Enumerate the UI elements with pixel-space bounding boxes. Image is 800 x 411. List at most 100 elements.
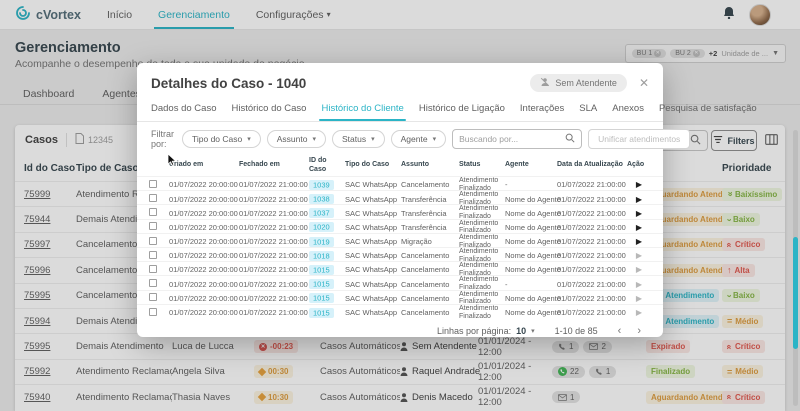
history-row: 01/07/2022 20:00:0001/07/2022 21:00:0010…: [137, 290, 663, 304]
modal-tab-historico-de-ligacao[interactable]: Histórico de Ligação: [419, 103, 505, 121]
history-row: 01/07/2022 20:00:0001/07/2022 21:00:0010…: [137, 219, 663, 233]
agent-name: Nome do Agente: [505, 294, 557, 303]
subject: Transferência: [401, 209, 459, 218]
play-button[interactable]: ▶: [627, 195, 651, 204]
case-type: SAC WhatsApp: [345, 280, 401, 289]
subject: Transferência: [401, 195, 459, 204]
modal-tab-anexos[interactable]: Anexos: [612, 103, 644, 121]
case-type: SAC WhatsApp: [345, 265, 401, 274]
play-button[interactable]: ▶: [627, 294, 651, 303]
next-page-icon[interactable]: ›: [637, 325, 641, 337]
case-id-chip[interactable]: 1019: [309, 237, 334, 247]
modal-tab-dados-do-caso[interactable]: Dados do Caso: [151, 103, 216, 121]
created-at: 01/07/2022 20:00:00: [169, 237, 239, 246]
case-id-chip[interactable]: 1015: [309, 265, 334, 275]
case-id-chip[interactable]: 1039: [309, 180, 334, 190]
closed-at: 01/07/2022 21:00:00: [239, 209, 309, 218]
updated-at: 01/07/2022 21:00:00: [557, 308, 627, 317]
modal-tab-historico-do-cliente[interactable]: Histórico do Cliente: [321, 103, 403, 121]
case-id-cell: 1019: [309, 237, 345, 246]
unify-cases-button[interactable]: Unificar atendimentos: [588, 129, 690, 149]
row-checkbox[interactable]: [149, 194, 157, 202]
case-id-chip[interactable]: 1015: [309, 279, 334, 289]
close-icon[interactable]: ✕: [639, 77, 649, 89]
status: Atendimento Finalizado: [459, 305, 505, 321]
pagination-range: 1-10 de 85: [555, 326, 598, 336]
chevron-down-icon[interactable]: ▾: [531, 327, 535, 335]
case-id-cell: 1038: [309, 195, 345, 204]
play-button[interactable]: ▶: [627, 308, 651, 317]
filter-dropdown-status[interactable]: Status▾: [332, 130, 385, 148]
closed-at: 01/07/2022 21:00:00: [239, 280, 309, 289]
scrollbar-thumb[interactable]: [793, 237, 798, 349]
history-row: 01/07/2022 20:00:00 01/07/2022 21:00:00 10…: [137, 304, 663, 318]
assign-agent-button[interactable]: Sem Atendente: [530, 74, 627, 92]
row-checkbox[interactable]: [149, 251, 157, 259]
play-button[interactable]: ▶: [627, 209, 651, 218]
case-id-chip[interactable]: 1015: [309, 293, 334, 303]
updated-at: 01/07/2022 21:00:00: [557, 180, 627, 189]
created-at: 01/07/2022 20:00:00: [169, 294, 239, 303]
play-button[interactable]: ▶: [627, 180, 651, 189]
rows-per-page-value[interactable]: 10: [516, 326, 526, 336]
case-id-chip[interactable]: 1038: [309, 194, 334, 204]
updated-at: 01/07/2022 21:00:00: [557, 195, 627, 204]
chevron-down-icon: ▾: [433, 136, 437, 143]
play-button[interactable]: ▶: [627, 237, 651, 246]
created-at: 01/07/2022 20:00:00: [169, 265, 239, 274]
case-id-cell: 1015: [309, 280, 345, 289]
case-id-cell: 1018: [309, 251, 345, 260]
modal-tab-sla[interactable]: SLA: [579, 103, 597, 121]
case-type: SAC WhatsApp: [345, 237, 401, 246]
modal-tab-historico-do-caso[interactable]: Histórico do Caso: [231, 103, 306, 121]
checkbox-cell: [149, 222, 169, 232]
created-at: 01/07/2022 20:00:00: [169, 223, 239, 232]
closed-at: 01/07/2022 21:00:00: [239, 223, 309, 232]
modal-search-box: [452, 129, 582, 149]
case-id-chip[interactable]: 1018: [309, 251, 334, 261]
column-header-status: Status: [459, 161, 505, 169]
column-header-assunto: Assunto: [401, 161, 459, 169]
rows-per-page-label: Linhas por página:: [437, 326, 511, 336]
created-at: 01/07/2022 20:00:00: [169, 195, 239, 204]
agent-name: Nome do Agente: [505, 195, 557, 204]
search-icon: [565, 130, 575, 148]
row-checkbox[interactable]: [149, 293, 157, 301]
row-checkbox[interactable]: [149, 208, 157, 216]
case-type: SAC WhatsApp: [345, 180, 401, 189]
filter-dropdown-agente[interactable]: Agente▾: [391, 130, 446, 148]
row-checkbox[interactable]: [149, 222, 157, 230]
subject: Cancelamento: [401, 180, 459, 189]
pagination: Linhas por página: 10 ▾ 1-10 de 85 ‹ ›: [137, 318, 663, 337]
filter-dropdown-tipo-do-caso[interactable]: Tipo do Caso▾: [182, 130, 261, 148]
history-row: 01/07/2022 20:00:0001/07/2022 21:00:0010…: [137, 247, 663, 261]
assign-agent-label: Sem Atendente: [555, 78, 617, 88]
created-at: 01/07/2022 20:00:00: [169, 180, 239, 189]
modal-header: Detalhes do Caso - 1040 Sem Atendente ✕: [137, 63, 663, 92]
filter-dropdown-assunto[interactable]: Assunto▾: [267, 130, 326, 148]
play-button[interactable]: ▶: [627, 280, 651, 289]
case-id-chip[interactable]: 1020: [309, 222, 334, 232]
modal-search-input[interactable]: [459, 134, 565, 144]
previous-page-icon[interactable]: ‹: [618, 325, 622, 337]
agent-name: Nome do Agente: [505, 308, 557, 317]
case-type: SAC WhatsApp: [345, 251, 401, 260]
created-at: 01/07/2022 20:00:00: [169, 308, 239, 317]
play-button[interactable]: ▶: [627, 223, 651, 232]
play-button[interactable]: ▶: [627, 251, 651, 260]
modal-tab-pesquisa-de-satisfacao[interactable]: Pesquisa de satisfação: [659, 103, 757, 121]
updated-at: 01/07/2022 21:00:00: [557, 280, 627, 289]
row-checkbox[interactable]: [149, 237, 157, 245]
row-checkbox[interactable]: [149, 180, 157, 188]
play-button[interactable]: ▶: [627, 265, 651, 274]
case-id-chip[interactable]: 1015: [309, 308, 334, 318]
closed-at: 01/07/2022 21:00:00: [239, 237, 309, 246]
row-checkbox[interactable]: [149, 279, 157, 287]
row-checkbox[interactable]: [149, 308, 157, 316]
agent-off-icon: [540, 77, 550, 89]
case-id-chip[interactable]: 1037: [309, 208, 334, 218]
agent-name: Nome do Agente: [505, 265, 557, 274]
row-checkbox[interactable]: [149, 265, 157, 273]
chevron-down-icon: ▾: [371, 136, 375, 143]
modal-tab-interacoes[interactable]: Interações: [520, 103, 564, 121]
